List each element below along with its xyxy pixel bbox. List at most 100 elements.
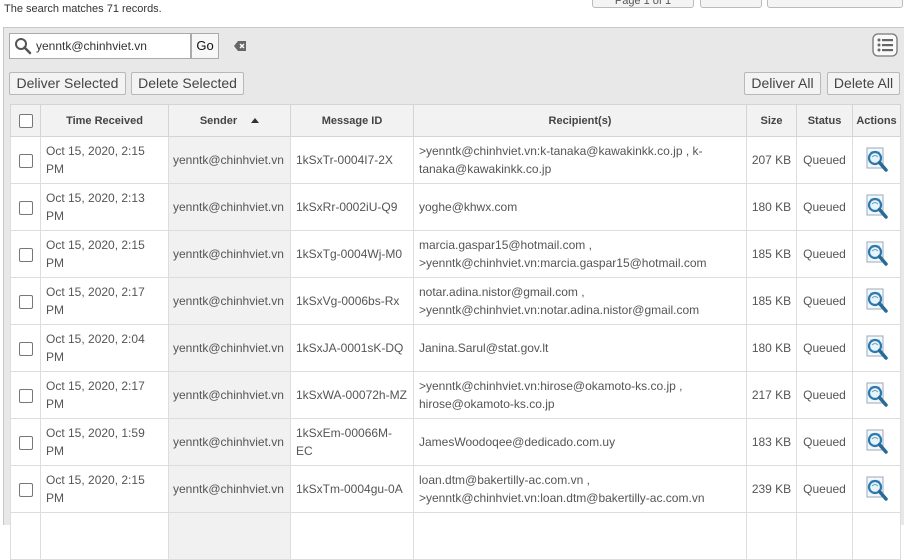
view-message-icon[interactable] [864,147,890,173]
row-select-cell[interactable] [10,183,41,231]
row-checkbox[interactable] [18,341,33,356]
select-all-checkbox[interactable] [18,113,33,128]
cell-status: Queued [796,324,853,372]
row-checkbox[interactable] [18,247,33,262]
cell-status: Queued [796,230,853,278]
column-header-time[interactable]: Time Received [40,104,169,137]
deliver-selected-button[interactable]: Deliver Selected [9,72,126,95]
row-select-cell[interactable] [10,136,41,184]
row-select-cell[interactable] [10,512,41,560]
row-checkbox[interactable] [18,435,33,450]
table-row: Oct 15, 2020, 2:13 PM yenntk@chinhviet.vn… [10,183,901,231]
deliver-all-button[interactable]: Deliver All [744,72,821,95]
cell-size: 180 KB [746,324,797,372]
view-message-icon[interactable] [864,335,890,361]
cell-size: 239 KB [746,465,797,513]
view-message-icon[interactable] [864,429,890,455]
row-select-cell[interactable] [10,277,41,325]
table-row: Oct 15, 2020, 2:15 PM yenntk@chinhviet.vn… [10,465,901,513]
cell-status: Queued [796,465,853,513]
delete-all-button[interactable]: Delete All [827,72,900,95]
cell-message-id: 1kSxTr-0004I7-2X [290,136,414,184]
column-header-status[interactable]: Status [796,104,853,137]
table-row: Oct 15, 2020, 1:59 PM yenntk@chinhviet.vn… [10,418,901,466]
cell-actions [852,183,901,231]
sort-ascending-icon [251,118,260,124]
cell-message-id: 1kSxVg-0006bs-Rx [290,277,414,325]
pager-field[interactable] [767,0,903,8]
cell-sender: yenntk@chinhviet.vn [168,371,291,419]
select-all-header[interactable] [10,104,41,137]
cell-time: Oct 15, 2020, 2:15 PM [40,465,169,513]
cell-sender: yenntk@chinhviet.vn [168,418,291,466]
page-indicator[interactable]: Page 1 of 1 [592,0,694,8]
table-row: Oct 15, 2020, 2:15 PM yenntk@chinhviet.vn… [10,230,901,278]
column-header-actions: Actions [852,104,901,137]
cell-time: Oct 15, 2020, 2:17 PM [40,371,169,419]
column-header-sender-label: Sender [199,114,238,127]
row-checkbox[interactable] [18,200,33,215]
row-select-cell[interactable] [10,418,41,466]
column-header-size[interactable]: Size [746,104,797,137]
cell-status: Queued [796,371,853,419]
table-header-row: Time Received Sender Message ID Recipien… [10,104,901,137]
cell-size: 185 KB [746,230,797,278]
cell-sender: yenntk@chinhviet.vn [168,183,291,231]
cell-status: Queued [796,136,853,184]
table-row-partial [10,512,901,560]
cell-message-id: 1kSxRr-0002iU-Q9 [290,183,414,231]
row-checkbox[interactable] [18,388,33,403]
table-row: Oct 15, 2020, 2:04 PM yenntk@chinhviet.vn… [10,324,901,372]
cell-recipients: >yenntk@chinhviet.vn:k-tanaka@kawakinkk.… [413,136,747,184]
cell-time: Oct 15, 2020, 2:13 PM [40,183,169,231]
pager-button[interactable] [700,0,762,8]
view-message-icon[interactable] [864,288,890,314]
view-message-icon[interactable] [864,194,890,220]
search-box [9,33,191,59]
row-checkbox[interactable] [18,482,33,497]
go-button[interactable]: Go [191,33,219,59]
search-input[interactable] [36,36,186,56]
cell-recipients: JamesWoodoqee@dedicado.com.uy [413,418,747,466]
cell-status: Queued [796,277,853,325]
cell-sender: yenntk@chinhviet.vn [168,324,291,372]
row-checkbox[interactable] [18,294,33,309]
cell-message-id: 1kSxTg-0004Wj-M0 [290,230,414,278]
cell-actions [852,371,901,419]
list-view-icon[interactable] [872,33,898,57]
cell-time: Oct 15, 2020, 2:17 PM [40,277,169,325]
column-header-sender[interactable]: Sender [168,104,291,137]
cell-size: 183 KB [746,418,797,466]
match-count-text: The search matches 71 records. [4,3,162,15]
delete-selected-button[interactable]: Delete Selected [131,72,244,95]
view-message-icon[interactable] [864,476,890,502]
cell-time: Oct 15, 2020, 1:59 PM [40,418,169,466]
cell-recipients: yoghe@khwx.com [413,183,747,231]
queue-table: Time Received Sender Message ID Recipien… [10,104,901,560]
cell-sender: yenntk@chinhviet.vn [168,277,291,325]
column-header-recipients[interactable]: Recipient(s) [413,104,747,137]
cell-recipients: loan.dtm@bakertilly-ac.com.vn , >yenntk@… [413,465,747,513]
row-select-cell[interactable] [10,371,41,419]
cell-status: Queued [796,418,853,466]
row-select-cell[interactable] [10,230,41,278]
view-message-icon[interactable] [864,241,890,267]
cell-actions [852,277,901,325]
cell-message-id: 1kSxJA-0001sK-DQ [290,324,414,372]
table-row: Oct 15, 2020, 2:17 PM yenntk@chinhviet.vn… [10,371,901,419]
row-checkbox[interactable] [18,153,33,168]
cell-sender: yenntk@chinhviet.vn [168,136,291,184]
clear-search-icon[interactable] [233,39,247,53]
cell-recipients: >yenntk@chinhviet.vn:hirose@okamoto-ks.c… [413,371,747,419]
cell-actions [852,230,901,278]
row-select-cell[interactable] [10,324,41,372]
row-select-cell[interactable] [10,465,41,513]
column-header-message-id[interactable]: Message ID [290,104,414,137]
cell-recipients: Janina.Sarul@stat.gov.lt [413,324,747,372]
cell-size: 207 KB [746,136,797,184]
table-row: Oct 15, 2020, 2:17 PM yenntk@chinhviet.vn… [10,277,901,325]
view-message-icon[interactable] [864,382,890,408]
cell-actions [852,465,901,513]
top-bar: The search matches 71 records. Page 1 of… [0,0,904,24]
cell-time: Oct 15, 2020, 2:15 PM [40,230,169,278]
